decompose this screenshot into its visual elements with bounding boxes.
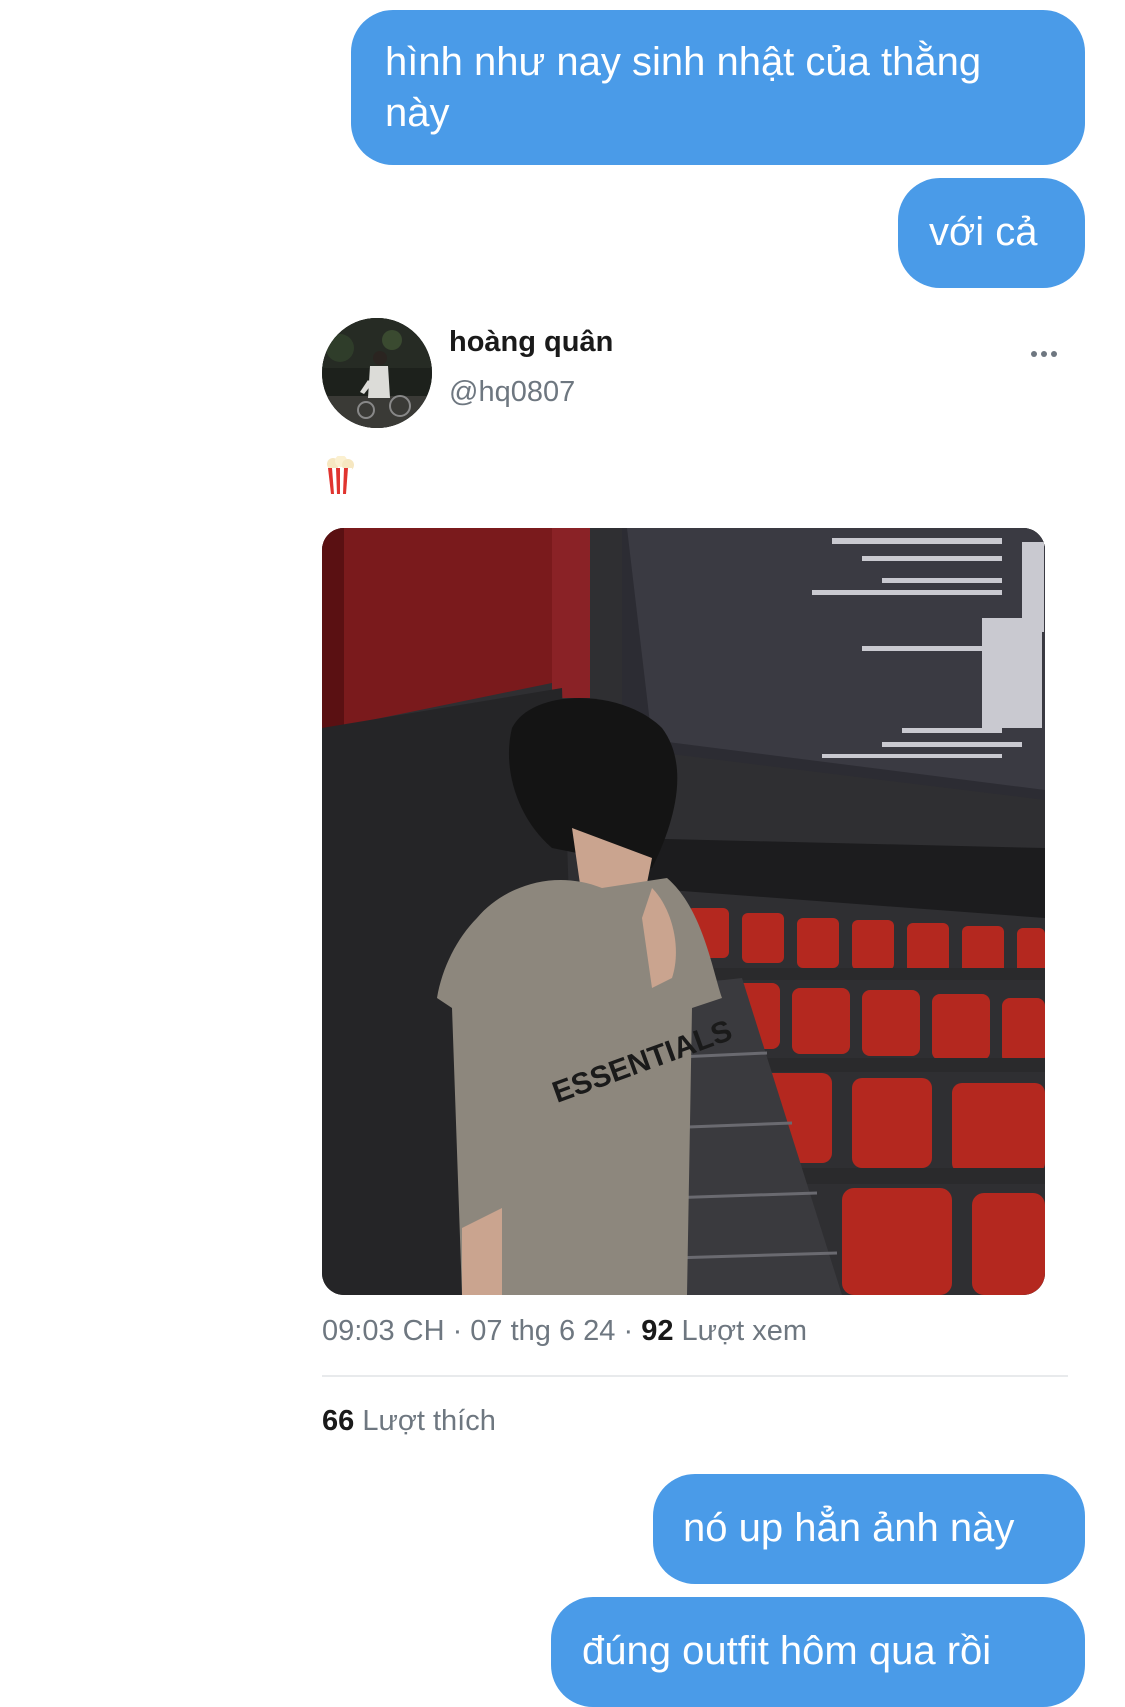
message-bubble[interactable]: hình như nay sinh nhật của thằng này	[351, 10, 1085, 165]
tweet-metadata: 09:03 CH · 07 thg 6 24 · 92 Lượt xem	[322, 1315, 807, 1348]
tweet-time: 09:03 CH	[322, 1315, 445, 1347]
likes-count: 66	[322, 1405, 355, 1437]
likes-stat[interactable]: 66 Lượt thích	[322, 1405, 496, 1438]
message-bubble[interactable]: đúng outfit hôm qua rồi	[551, 1597, 1085, 1707]
message-text: với cả	[929, 210, 1038, 254]
message-bubble[interactable]: với cả	[898, 178, 1085, 288]
message-bubble[interactable]: nó up hẳn ảnh này	[653, 1474, 1085, 1584]
avatar[interactable]	[322, 318, 432, 428]
message-text: đúng outfit hôm qua rồi	[582, 1629, 992, 1673]
tweet-date: 07 thg 6 24	[470, 1315, 616, 1347]
divider	[322, 1375, 1068, 1377]
message-text: hình như nay sinh nhật của thằng này	[385, 40, 982, 135]
author-handle[interactable]: @hq0807	[449, 376, 575, 409]
meta-separator: ·	[452, 1315, 471, 1347]
tweet-photo[interactable]: ESSENTIALS	[322, 528, 1045, 1295]
message-text: nó up hẳn ảnh này	[683, 1506, 1015, 1550]
meta-separator: ·	[623, 1315, 642, 1347]
likes-label: Lượt thích	[362, 1405, 496, 1437]
views-count: 92	[641, 1315, 674, 1347]
author-name[interactable]: hoàng quân	[449, 326, 613, 359]
views-label: Lượt xem	[681, 1315, 808, 1347]
more-horizontal-icon[interactable]	[1029, 339, 1059, 369]
popcorn-icon	[325, 455, 355, 496]
